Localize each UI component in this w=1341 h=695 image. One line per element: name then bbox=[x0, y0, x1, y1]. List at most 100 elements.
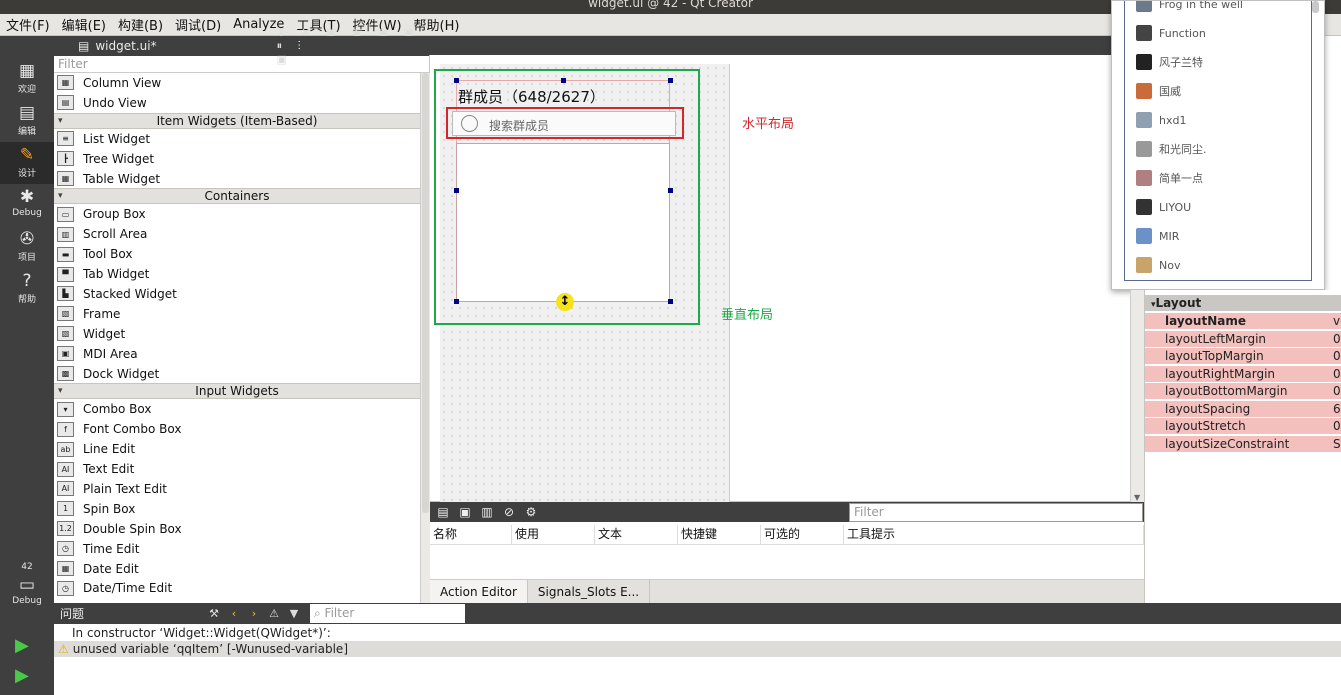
mode-design[interactable]: ✎ 设计 bbox=[0, 142, 54, 184]
scrollbar-thumb[interactable] bbox=[422, 73, 429, 513]
issue-warning-row[interactable]: ⚠ unused variable ‘qqItem’ [-Wunused-vari… bbox=[54, 641, 1341, 657]
mode-debug[interactable]: ✱ Debug bbox=[0, 184, 54, 226]
widget-list-item[interactable]: ▦ Date Edit bbox=[54, 559, 420, 579]
widget-list-item[interactable]: ▭ Group Box bbox=[54, 204, 420, 224]
popup-member-item[interactable]: Function bbox=[1136, 23, 1206, 43]
build-icon[interactable]: ⚒ bbox=[204, 607, 224, 620]
resize-handle[interactable] bbox=[668, 188, 673, 193]
widget-list-scrollbar[interactable] bbox=[420, 73, 430, 603]
action-table-column-header[interactable]: 文本 bbox=[595, 525, 678, 544]
property-value[interactable]: 0, bbox=[1333, 418, 1341, 434]
widget-list-item[interactable]: ▦ Column View bbox=[54, 73, 420, 93]
popup-member-item[interactable]: 风子兰特 bbox=[1136, 52, 1203, 72]
group-member-title[interactable]: 群成员（648/2627） bbox=[458, 86, 605, 107]
widget-list-item[interactable]: ab Line Edit bbox=[54, 439, 420, 459]
property-row[interactable]: layoutSizeConstraint Se bbox=[1145, 435, 1341, 453]
mode-projects[interactable]: ✇ 项目 bbox=[0, 226, 54, 268]
widget-list-item[interactable]: ≡ List Widget bbox=[54, 129, 420, 149]
property-row[interactable]: layoutRightMargin 0 bbox=[1145, 365, 1341, 383]
tab-action-editor[interactable]: Action Editor bbox=[430, 580, 528, 603]
popup-member-item[interactable]: LIYOU bbox=[1136, 197, 1191, 217]
property-row[interactable]: layoutTopMargin 0 bbox=[1145, 348, 1341, 366]
popup-member-item[interactable]: 和光同尘. bbox=[1136, 139, 1207, 159]
property-value[interactable]: 0 bbox=[1333, 383, 1341, 399]
widget-list-item[interactable]: ▣ MDI Area bbox=[54, 344, 420, 364]
property-row[interactable]: layoutName ve bbox=[1145, 313, 1341, 331]
resize-handle[interactable] bbox=[561, 78, 566, 83]
warning-filter-icon[interactable]: ⚠ bbox=[264, 607, 284, 620]
menu-item[interactable]: 调试(D) bbox=[169, 15, 227, 34]
run-button[interactable]: ▶ bbox=[15, 636, 37, 656]
action-table-column-header[interactable]: 名称 bbox=[430, 525, 512, 544]
member-list-widget[interactable] bbox=[456, 143, 670, 302]
property-row[interactable]: layoutLeftMargin 0 bbox=[1145, 330, 1341, 348]
property-section-layout[interactable]: Layout bbox=[1145, 295, 1341, 311]
property-value[interactable]: 6 bbox=[1333, 401, 1341, 417]
menu-item[interactable]: 文件(F) bbox=[0, 15, 56, 34]
action-table-column-header[interactable]: 使用 bbox=[512, 525, 595, 544]
open-document-name[interactable]: widget.ui* bbox=[95, 39, 156, 53]
property-row[interactable]: layoutBottomMargin 0 bbox=[1145, 383, 1341, 401]
property-value[interactable]: ve bbox=[1333, 313, 1341, 329]
resize-handle[interactable] bbox=[454, 188, 459, 193]
widget-list-item[interactable]: ▙ Stacked Widget bbox=[54, 284, 420, 304]
widget-category-header[interactable]: Item Widgets (Item-Based) bbox=[54, 112, 420, 129]
mode-help[interactable]: ? 帮助 bbox=[0, 268, 54, 310]
copy-action-icon[interactable]: ▣ bbox=[456, 505, 474, 519]
widget-category-header[interactable]: Input Widgets bbox=[54, 383, 420, 400]
member-search-input[interactable]: 搜索群成员 bbox=[452, 111, 676, 136]
debug-run-button[interactable]: ▶ bbox=[15, 666, 37, 686]
widget-list-item[interactable]: AI Text Edit bbox=[54, 459, 420, 479]
issues-filter-input[interactable]: ⌕ Filter bbox=[310, 604, 465, 623]
widget-list-item[interactable]: ▬ Tool Box bbox=[54, 244, 420, 264]
resize-handle[interactable] bbox=[454, 299, 459, 304]
property-value[interactable]: 0 bbox=[1333, 366, 1341, 382]
popup-scrollbar[interactable] bbox=[1312, 1, 1319, 13]
mode-welcome[interactable]: ▦ 欢迎 bbox=[0, 58, 54, 100]
delete-action-icon[interactable]: ⊘ bbox=[500, 505, 518, 519]
action-table-column-header[interactable]: 快捷键 bbox=[678, 525, 761, 544]
widget-list-item[interactable]: AI Plain Text Edit bbox=[54, 479, 420, 499]
resize-handle[interactable] bbox=[668, 299, 673, 304]
widget-list-item[interactable]: ▦ Table Widget bbox=[54, 169, 420, 189]
widget-category-header[interactable]: Containers bbox=[54, 188, 420, 205]
property-value[interactable]: 0 bbox=[1333, 348, 1341, 364]
popup-member-item[interactable]: Frog in the well bbox=[1136, 1, 1243, 14]
popup-member-item[interactable]: 国威 bbox=[1136, 81, 1181, 101]
action-table-column-header[interactable]: 工具提示 bbox=[844, 525, 1144, 544]
widget-list-item[interactable]: ▤ Undo View bbox=[54, 93, 420, 113]
popup-member-item[interactable]: hxd1 bbox=[1136, 110, 1186, 130]
scroll-down-icon[interactable]: ▼ bbox=[1134, 493, 1140, 502]
property-value[interactable]: 0 bbox=[1333, 331, 1341, 347]
prev-icon[interactable]: ‹ bbox=[224, 607, 244, 620]
widget-list-item[interactable]: f Font Combo Box bbox=[54, 419, 420, 439]
property-row[interactable]: layoutStretch 0, bbox=[1145, 418, 1341, 436]
canvas-scrollbar[interactable]: ▼ bbox=[1130, 290, 1144, 502]
action-filter-input[interactable]: Filter bbox=[849, 503, 1143, 522]
next-icon[interactable]: › bbox=[244, 607, 264, 620]
settings-gear-icon[interactable]: ⚙ bbox=[522, 505, 540, 519]
widget-list-item[interactable]: ▀ Tab Widget bbox=[54, 264, 420, 284]
widget-list-item[interactable]: 1.2 Double Spin Box bbox=[54, 519, 420, 539]
resize-handle[interactable] bbox=[454, 78, 459, 83]
mode-edit[interactable]: ▤ 编辑 bbox=[0, 100, 54, 142]
widget-list-item[interactable]: ▩ Dock Widget bbox=[54, 364, 420, 384]
widget-list-item[interactable]: ▾ Combo Box bbox=[54, 399, 420, 419]
popup-member-item[interactable]: Nov bbox=[1136, 255, 1180, 275]
widget-list-item[interactable]: ◷ Date/Time Edit bbox=[54, 578, 420, 598]
widget-list-item[interactable]: ▧ Frame bbox=[54, 304, 420, 324]
issue-context-line[interactable]: In constructor ‘Widget::Widget(QWidget*)… bbox=[72, 626, 331, 640]
popup-member-item[interactable]: 简单一点 bbox=[1136, 168, 1203, 188]
widget-list-item[interactable]: ┣ Tree Widget bbox=[54, 149, 420, 169]
widget-list-item[interactable]: ▥ Scroll Area bbox=[54, 224, 420, 244]
new-action-icon[interactable]: ▤ bbox=[434, 505, 452, 519]
menu-item[interactable]: 构建(B) bbox=[112, 15, 169, 34]
widget-list-item[interactable]: 1 Spin Box bbox=[54, 499, 420, 519]
property-value[interactable]: Se bbox=[1333, 436, 1341, 452]
property-row[interactable]: layoutSpacing 6 bbox=[1145, 400, 1341, 418]
widget-list-item[interactable]: ▧ Widget bbox=[54, 324, 420, 344]
resize-handle[interactable] bbox=[668, 78, 673, 83]
popup-member-item[interactable]: MIR bbox=[1136, 226, 1179, 246]
paste-action-icon[interactable]: ▥ bbox=[478, 505, 496, 519]
menu-item[interactable]: 编辑(E) bbox=[56, 15, 112, 34]
